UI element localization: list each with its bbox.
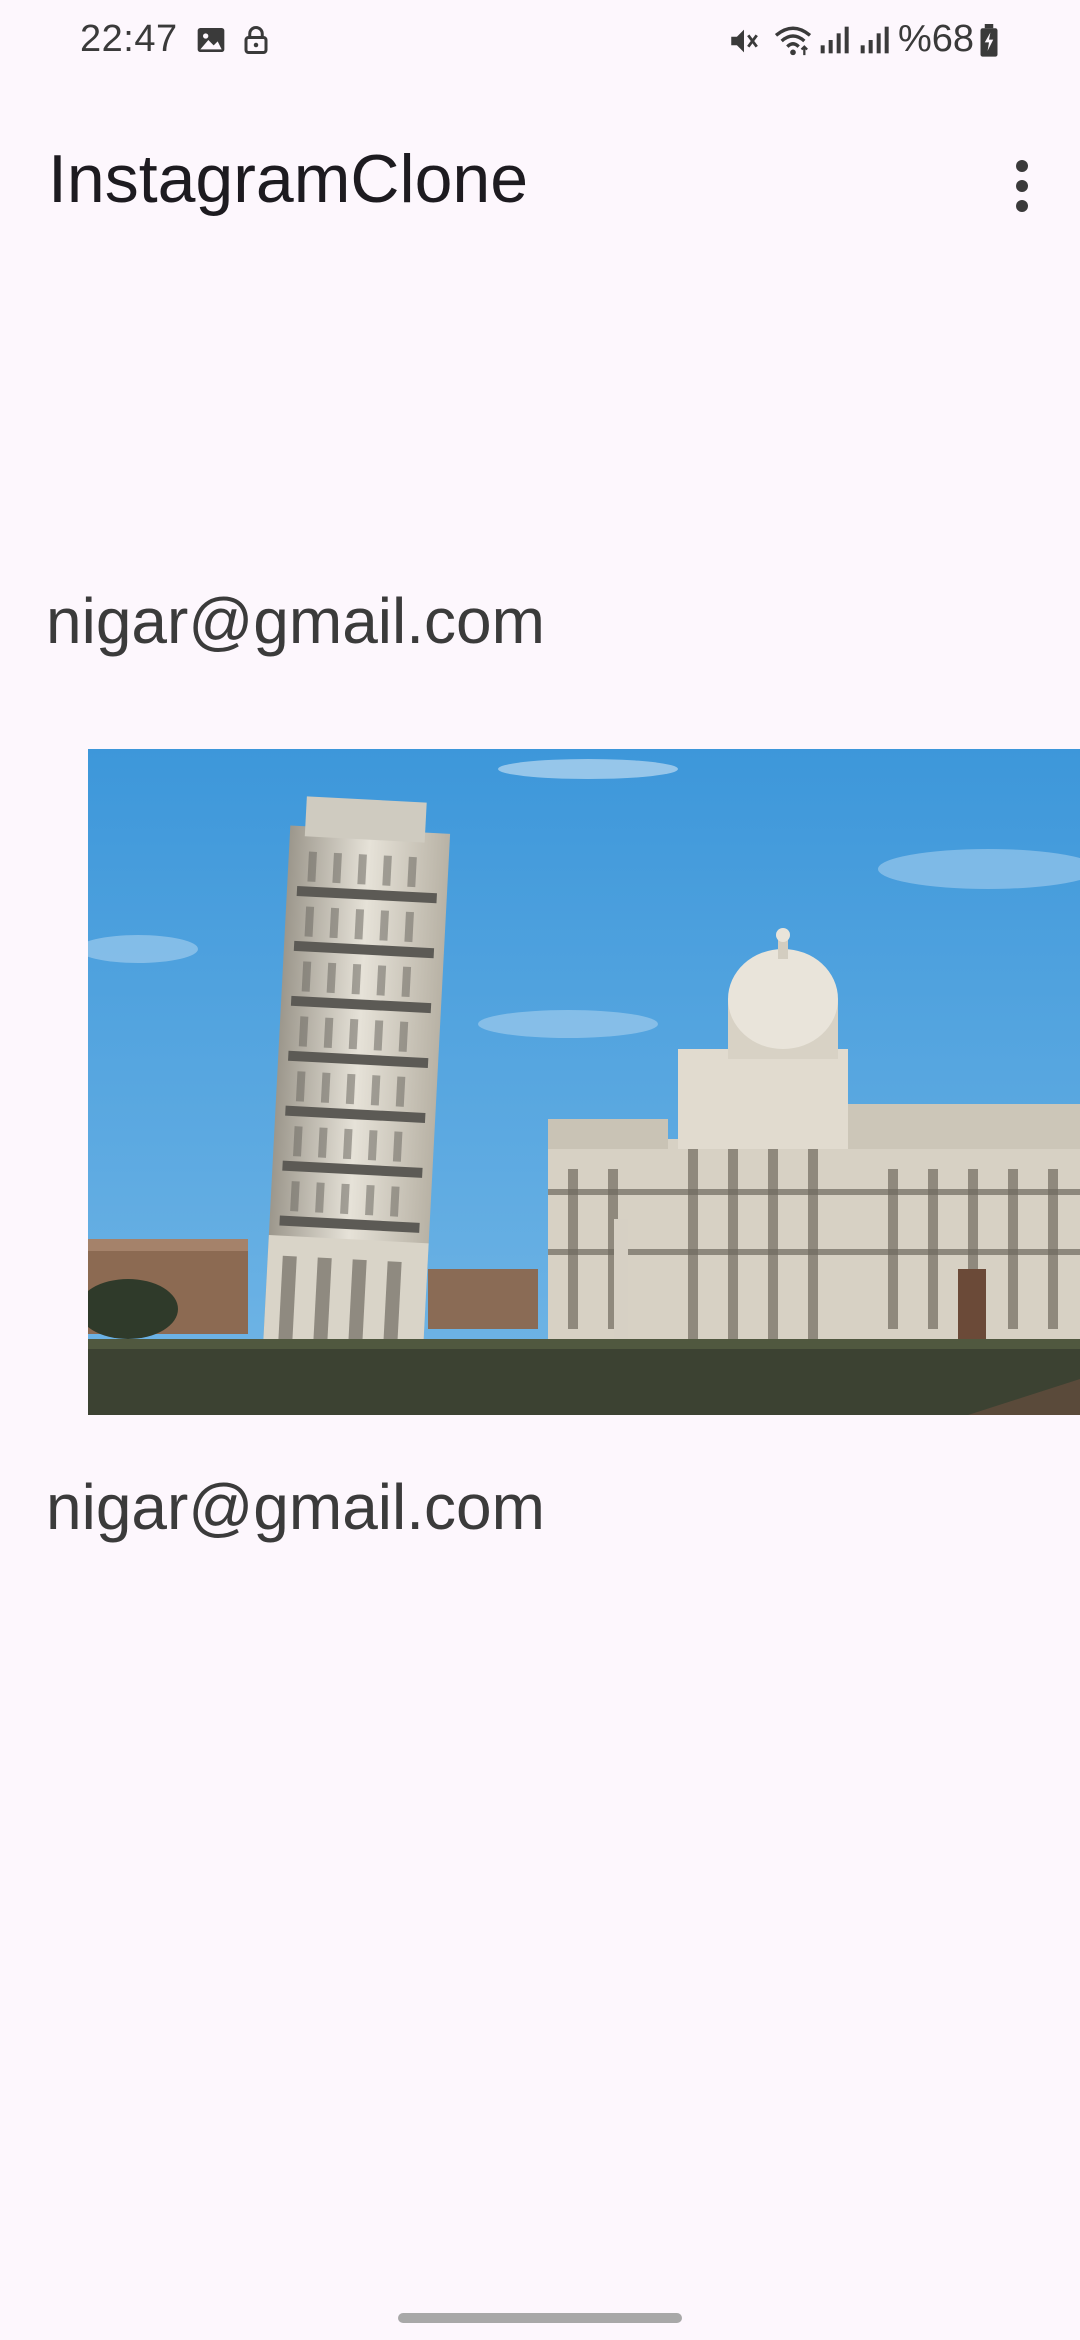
post-email: nigar@gmail.com [46,585,545,657]
app-screen: 22:47 %68 InstagramClone nigar@gmail.com… [0,0,1080,2340]
mute-icon [726,24,762,63]
post-image[interactable] [88,749,1080,1415]
battery-percent: %68 [898,18,975,60]
app-title: InstagramClone [48,141,529,217]
signal-icon [818,24,850,61]
lock-icon [241,24,271,61]
status-bar: 22:47 %68 [0,0,1080,84]
gallery-icon [195,24,227,61]
battery-charging-icon [978,24,1000,63]
overflow-menu-button[interactable] [982,146,1062,226]
post-feed[interactable]: nigar@gmail.com nigar@gmail.com [0,250,1080,2030]
status-time: 22:47 [80,18,178,60]
top-app-bar: InstagramClone [0,120,1080,250]
feed-bottom-area [0,2030,1080,2310]
home-gesture-bar[interactable] [398,2313,682,2323]
post-email: nigar@gmail.com [46,1471,545,1543]
signal-icon [858,24,890,61]
more-vert-icon [1016,160,1028,212]
wifi-icon [772,24,814,63]
